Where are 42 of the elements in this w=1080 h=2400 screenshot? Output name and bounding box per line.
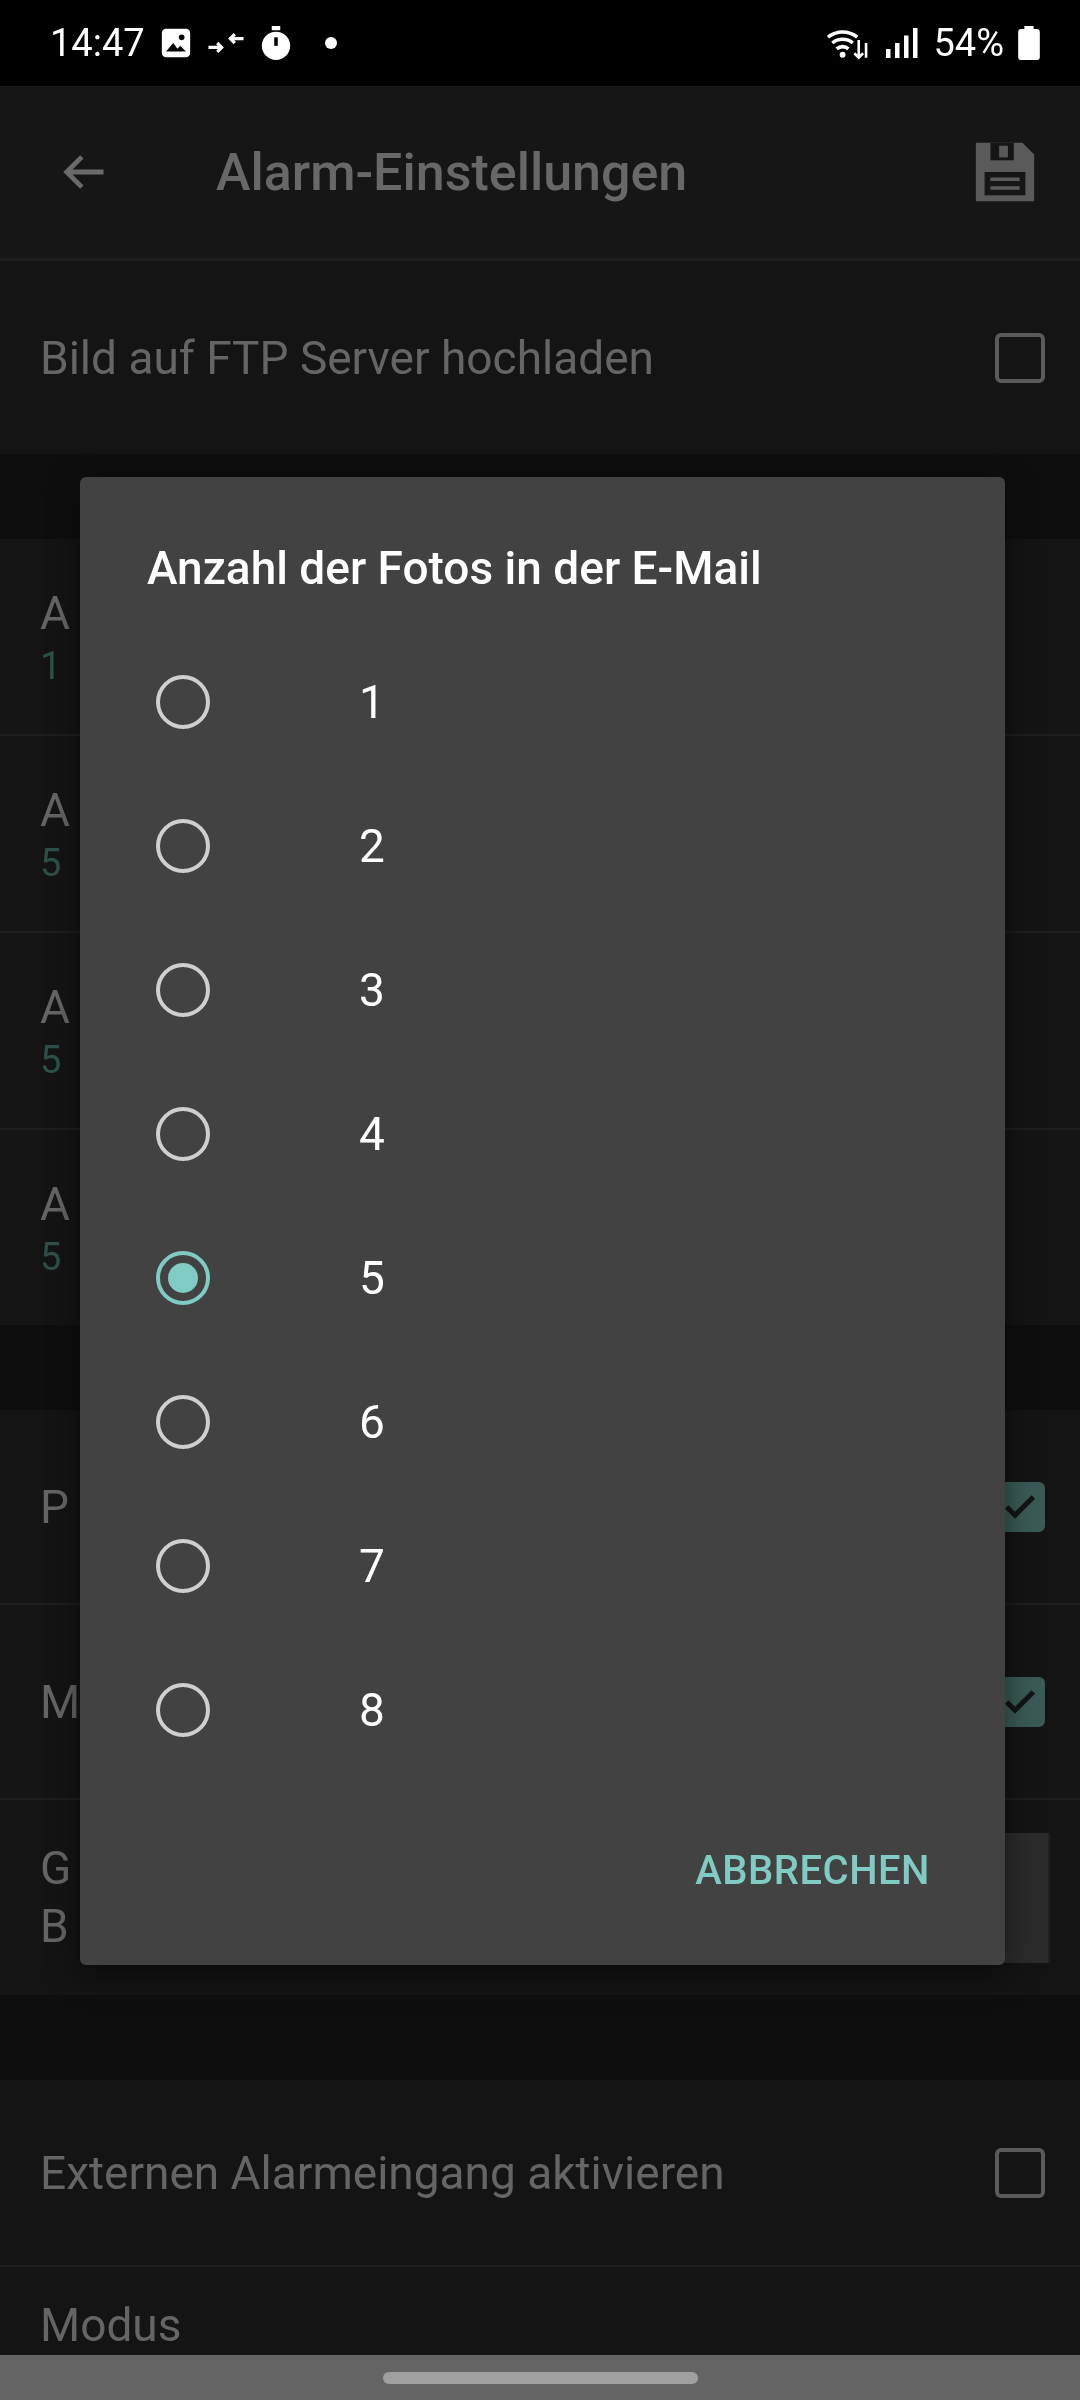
signal-icon (883, 25, 920, 61)
clock: 14:47 (50, 21, 145, 65)
battery-icon (1018, 26, 1040, 60)
option-label: 4 (359, 1107, 385, 1162)
checkbox[interactable] (995, 332, 1045, 383)
radio-option[interactable]: 7 (80, 1494, 1005, 1639)
option-label: 5 (359, 1251, 385, 1306)
option-label: 8 (359, 1683, 385, 1738)
option-label: 3 (359, 963, 385, 1018)
setting-title: A (40, 585, 70, 640)
screen-title: Alarm-Einstellungen (216, 141, 689, 203)
radio-option[interactable]: 8 (80, 1638, 1005, 1783)
setting-title: B (40, 1897, 69, 1955)
radio-option[interactable]: 6 (80, 1350, 1005, 1495)
dot-icon (324, 37, 337, 49)
checkbox[interactable] (995, 2147, 1045, 2198)
setting-title: P (40, 1479, 70, 1534)
setting-title: Bild auf FTP Server hochladen (40, 330, 654, 385)
setting-value: 5 (40, 1037, 62, 1082)
setting-title: M (40, 1674, 81, 1729)
setting-title: A (40, 1176, 70, 1231)
setting-title: Externen Alarmeingang aktivieren (40, 2145, 725, 2200)
radio-option[interactable]: 2 (80, 774, 1005, 919)
setting-title: A (40, 979, 70, 1034)
option-label: 6 (359, 1395, 385, 1450)
cancel-button[interactable]: ABBRECHEN (679, 1827, 946, 1915)
radio-option[interactable]: 1 (80, 630, 1005, 775)
setting-value: 1 (40, 643, 62, 688)
radio-option[interactable]: 4 (80, 1062, 1005, 1207)
setting-title: A (40, 782, 70, 837)
setting-title: Modus (40, 2298, 182, 2352)
battery-level: 54% (933, 21, 1004, 65)
setting-title: G (40, 1840, 72, 1897)
option-label: 1 (359, 675, 385, 730)
setting-value: 5 (40, 840, 62, 885)
home-handle[interactable] (382, 2371, 698, 2384)
radio-option[interactable]: 5 (80, 1206, 1005, 1351)
option-label: 7 (359, 1539, 385, 1594)
radio-option[interactable]: 3 (80, 918, 1005, 1063)
setting-value: 5 (40, 1234, 62, 1279)
dialog-title: Anzahl der Fotos in der E-Mail (147, 541, 763, 597)
option-label: 2 (359, 819, 385, 874)
